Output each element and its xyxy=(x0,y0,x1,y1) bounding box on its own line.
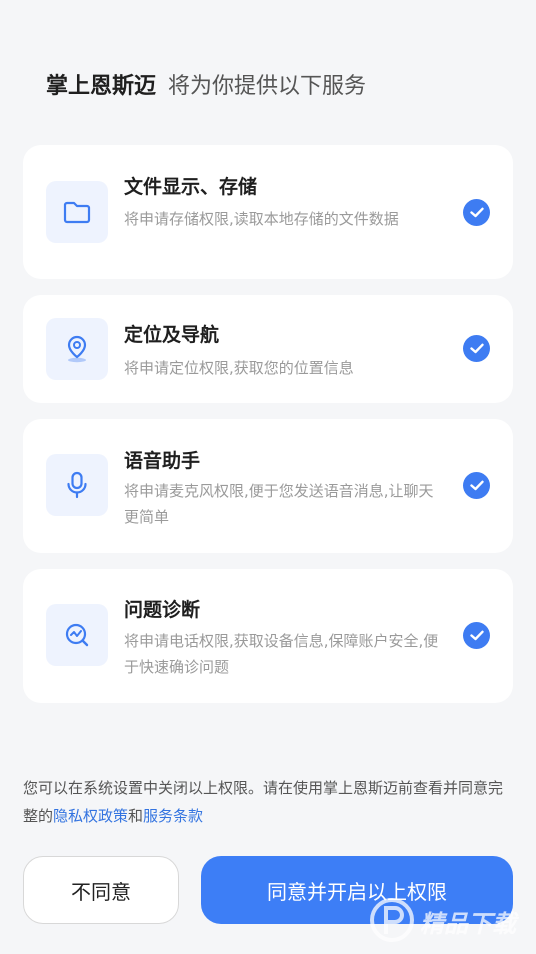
app-name: 掌上恩斯迈 xyxy=(46,74,157,99)
checked-icon[interactable] xyxy=(463,335,490,362)
decline-button[interactable]: 不同意 xyxy=(23,856,179,924)
service-description: 将申请定位权限,获取您的位置信息 xyxy=(124,359,354,377)
checked-icon[interactable] xyxy=(463,199,490,226)
service-title: 定位及导航 xyxy=(124,324,220,346)
accept-button[interactable]: 同意并开启以上权限 xyxy=(201,856,513,924)
service-card-microphone: 语音助手 将申请麦克风权限,便于您发送语音消息,让聊天更简单 xyxy=(23,419,513,553)
location-pin-icon xyxy=(46,318,108,380)
terms-of-service-link[interactable]: 服务条款 xyxy=(143,807,203,825)
folder-icon xyxy=(46,181,108,243)
checked-icon[interactable] xyxy=(463,472,490,499)
service-card-location: 定位及导航 将申请定位权限,获取您的位置信息 xyxy=(23,295,513,403)
diagnostics-icon xyxy=(46,604,108,666)
service-card-storage: 文件显示、存储 将申请存储权限,读取本地存储的文件数据 xyxy=(23,145,513,279)
privacy-policy-link[interactable]: 隐私权政策 xyxy=(53,807,128,825)
service-description: 将申请电话权限,获取设备信息,保障账户安全,便于快速确诊问题 xyxy=(124,632,439,676)
privacy-notice: 您可以在系统设置中关闭以上权限。请在使用掌上恩斯迈前查看并同意完整的隐私权政策和… xyxy=(23,774,513,830)
page-header: 掌上恩斯迈 将为你提供以下服务 xyxy=(46,68,366,100)
service-title: 文件显示、存储 xyxy=(124,176,258,198)
header-subtitle: 将为你提供以下服务 xyxy=(168,74,367,99)
service-description: 将申请存储权限,读取本地存储的文件数据 xyxy=(124,210,399,228)
service-description: 将申请麦克风权限,便于您发送语音消息,让聊天更简单 xyxy=(124,482,434,526)
notice-joiner: 和 xyxy=(128,807,144,825)
microphone-icon xyxy=(46,454,108,516)
service-card-diagnostics: 问题诊断 将申请电话权限,获取设备信息,保障账户安全,便于快速确诊问题 xyxy=(23,569,513,703)
checked-icon[interactable] xyxy=(463,622,490,649)
service-title: 问题诊断 xyxy=(124,599,201,621)
service-title: 语音助手 xyxy=(124,450,201,472)
